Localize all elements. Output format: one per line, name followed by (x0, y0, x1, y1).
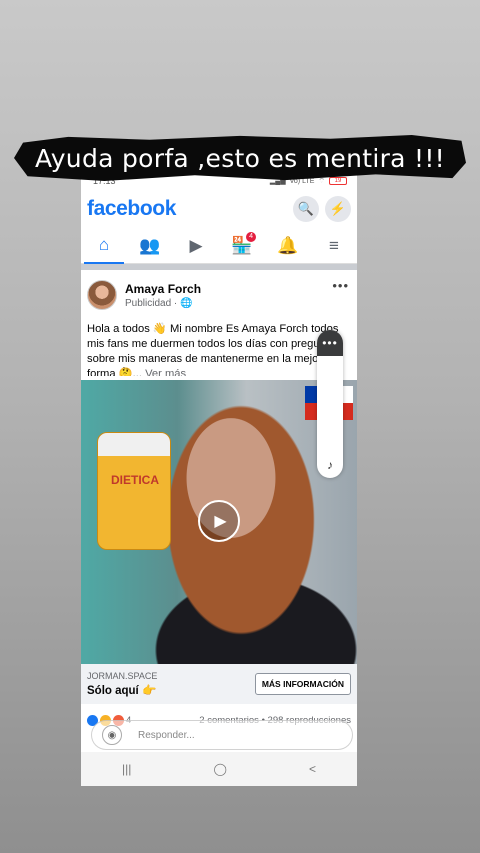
reply-placeholder: Responder... (138, 729, 195, 741)
nav-home[interactable]: ⌂ (84, 228, 124, 264)
ad-domain: JORMAN.SPACE (87, 671, 158, 681)
search-icon[interactable]: 🔍 (293, 196, 319, 222)
product-jar: DIETICA (97, 432, 171, 550)
post-body: Hola a todos 👋 Mi nombre Es Amaya Forch … (87, 323, 341, 376)
messenger-icon[interactable]: ⚡ (325, 196, 351, 222)
friends-icon: 👥 (139, 235, 161, 255)
battery-level: 19 (334, 178, 342, 184)
story-caption-banner: Ayuda porfa ,esto es mentira !!! (14, 134, 466, 182)
post-video[interactable]: DIETICA ▶ (81, 380, 357, 664)
sponsored-text: Publicidad · (125, 297, 178, 309)
ad-title: Sólo aquí 👉 (87, 685, 157, 697)
story-caption-text: Ayuda porfa ,esto es mentira !!! (35, 143, 445, 173)
floating-side-panel[interactable]: ••• ♪ (317, 330, 343, 478)
phone-screenshot: 17:13 ▂▄▆ Vo) LTE ⌔ 19 facebook 🔍 ⚡ ⌂ 👥 … (81, 172, 357, 786)
recent-apps-button[interactable]: ||| (122, 762, 131, 776)
system-navigation-bar: ||| ◯ < (81, 752, 357, 786)
nav-friends[interactable]: 👥 (130, 228, 170, 264)
globe-icon: 🌐 (180, 297, 193, 309)
side-panel-more-icon[interactable]: ••• (317, 330, 343, 356)
camera-icon[interactable]: ◉ (102, 725, 122, 745)
video-icon: ▶ (189, 235, 203, 255)
home-icon: ⌂ (98, 234, 110, 254)
learn-more-button[interactable]: MÁS INFORMACIÓN (254, 673, 351, 695)
header-actions: 🔍 ⚡ (293, 196, 351, 222)
bell-icon: 🔔 (277, 235, 299, 255)
nav-menu[interactable]: ≡ (314, 228, 354, 264)
jar-label: DIETICA (111, 473, 159, 487)
app-header: facebook 🔍 ⚡ (81, 190, 357, 228)
play-icon[interactable]: ▶ (198, 500, 240, 542)
back-button[interactable]: < (309, 762, 316, 776)
nav-marketplace[interactable]: 🏪 4 (222, 228, 262, 264)
notification-badge: 4 (246, 231, 256, 242)
post-meta: Amaya Forch Publicidad · 🌐 (125, 282, 201, 309)
post-header: Amaya Forch Publicidad · 🌐 ••• (81, 270, 357, 314)
music-note-icon[interactable]: ♪ (317, 458, 343, 472)
post-text: Hola a todos 👋 Mi nombre Es Amaya Forch … (81, 314, 357, 376)
avatar[interactable] (87, 280, 117, 310)
post-author[interactable]: Amaya Forch (125, 282, 201, 296)
see-more-link[interactable]: Ver más (145, 368, 186, 376)
story-reply-field[interactable]: ◉ Responder... (91, 720, 353, 750)
sponsored-label: Publicidad · 🌐 (125, 298, 201, 309)
more-options-icon[interactable]: ••• (332, 278, 349, 293)
call-to-action-bar: JORMAN.SPACE Sólo aquí 👉 MÁS INFORMACIÓN (81, 664, 357, 704)
nav-notifications[interactable]: 🔔 (268, 228, 308, 264)
nav-watch[interactable]: ▶ (176, 228, 216, 264)
top-navigation: ⌂ 👥 ▶ 🏪 4 🔔 ≡ (81, 228, 357, 264)
facebook-logo[interactable]: facebook (87, 197, 176, 221)
menu-icon: ≡ (329, 235, 339, 255)
cta-info: JORMAN.SPACE Sólo aquí 👉 (87, 671, 157, 697)
home-button[interactable]: ◯ (213, 762, 226, 776)
battery-icon: 19 (329, 177, 347, 185)
